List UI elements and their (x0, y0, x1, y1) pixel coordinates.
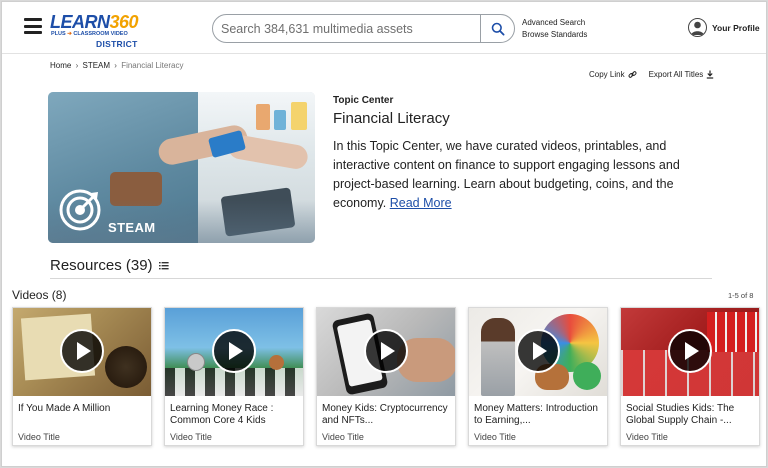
breadcrumb-separator: › (75, 61, 79, 70)
search-button[interactable] (480, 15, 514, 42)
video-type: Video Title (474, 432, 516, 442)
video-thumbnail (469, 308, 607, 396)
breadcrumb: Home › STEAM › Financial Literacy (50, 61, 183, 70)
topic-hero-image: STEAM (48, 92, 315, 243)
video-card[interactable]: If You Made A Million Video Title (12, 307, 152, 446)
logo-brand-text: LEARN (50, 12, 110, 32)
copy-link-label: Copy Link (589, 70, 625, 79)
logo-district: DISTRICT (96, 39, 138, 49)
export-all-label: Export All Titles (648, 70, 704, 79)
page-tools: Copy Link Export All Titles (589, 70, 714, 79)
topic-description: In this Topic Center, we have curated vi… (333, 137, 703, 213)
copy-link-button[interactable]: Copy Link (589, 70, 637, 79)
profile-button[interactable]: Your Profile (688, 18, 760, 37)
video-title: If You Made A Million (18, 403, 111, 414)
browse-standards-link[interactable]: Browse Standards (522, 29, 587, 41)
link-icon (628, 71, 637, 78)
target-icon (59, 189, 101, 231)
play-icon[interactable] (516, 329, 560, 373)
search-input[interactable] (221, 20, 483, 38)
page-title: Financial Literacy (333, 110, 450, 127)
video-type: Video Title (626, 432, 668, 442)
app-frame: LEARN360 PLUS ➔ CLASSROOM VIDEO DISTRICT… (1, 1, 767, 467)
breadcrumb-steam[interactable]: STEAM (82, 61, 110, 70)
logo-brand-num: 360 (109, 12, 139, 32)
video-thumbnail (165, 308, 303, 396)
video-title: Learning Money Race : Common Core 4 Kids (170, 403, 274, 426)
resources-divider (50, 278, 712, 279)
video-card[interactable]: Money Matters: Introduction to Earning,.… (468, 307, 608, 446)
breadcrumb-home[interactable]: Home (50, 61, 71, 70)
videos-heading: Videos (8) (12, 288, 67, 302)
video-title: Money Matters: Introduction to Earning,.… (474, 403, 598, 426)
play-icon[interactable] (668, 329, 712, 373)
search-links: Advanced Search Browse Standards (522, 17, 587, 41)
download-icon (707, 70, 714, 79)
video-type: Video Title (170, 432, 212, 442)
video-thumbnail (13, 308, 151, 396)
profile-label: Your Profile (712, 22, 760, 33)
video-type: Video Title (18, 432, 60, 442)
user-icon (688, 18, 707, 37)
play-icon[interactable] (364, 329, 408, 373)
logo-sub-b: CLASSROOM VIDEO (73, 31, 128, 37)
video-card[interactable]: Learning Money Race : Common Core 4 Kids… (164, 307, 304, 446)
export-all-button[interactable]: Export All Titles (649, 70, 715, 79)
resources-label: Resources (39) (50, 257, 153, 274)
top-header: LEARN360 PLUS ➔ CLASSROOM VIDEO DISTRICT… (2, 2, 766, 54)
video-thumbnail (621, 308, 759, 396)
list-icon[interactable] (158, 261, 169, 270)
learn360-logo[interactable]: LEARN360 PLUS ➔ CLASSROOM VIDEO DISTRICT (50, 12, 139, 49)
read-more-link[interactable]: Read More (390, 196, 452, 210)
search-icon (491, 22, 505, 36)
video-carousel: If You Made A Million Video Title Learni… (12, 307, 760, 447)
breadcrumb-separator: › (114, 61, 117, 70)
breadcrumb-current: Financial Literacy (121, 61, 184, 70)
section-label: Topic Center (333, 95, 394, 106)
play-icon[interactable] (60, 329, 104, 373)
search-box (212, 14, 515, 43)
steam-badge-label: STEAM (108, 220, 156, 235)
logo-sub-a: PLUS (51, 31, 66, 37)
video-title: Money Kids: Cryptocurrency and NFTs... (322, 403, 448, 426)
video-title: Social Studies Kids: The Global Supply C… (626, 403, 735, 426)
videos-pager: 1-5 of 8 (728, 291, 754, 300)
advanced-search-link[interactable]: Advanced Search (522, 17, 587, 29)
video-card[interactable]: Money Kids: Cryptocurrency and NFTs... V… (316, 307, 456, 446)
video-card[interactable]: Social Studies Kids: The Global Supply C… (620, 307, 760, 446)
video-type: Video Title (322, 432, 364, 442)
video-thumbnail (317, 308, 455, 396)
description-text: In this Topic Center, we have curated vi… (333, 139, 680, 210)
play-icon[interactable] (212, 329, 256, 373)
menu-icon[interactable] (24, 18, 42, 34)
resources-heading: Resources (39) (50, 257, 169, 274)
